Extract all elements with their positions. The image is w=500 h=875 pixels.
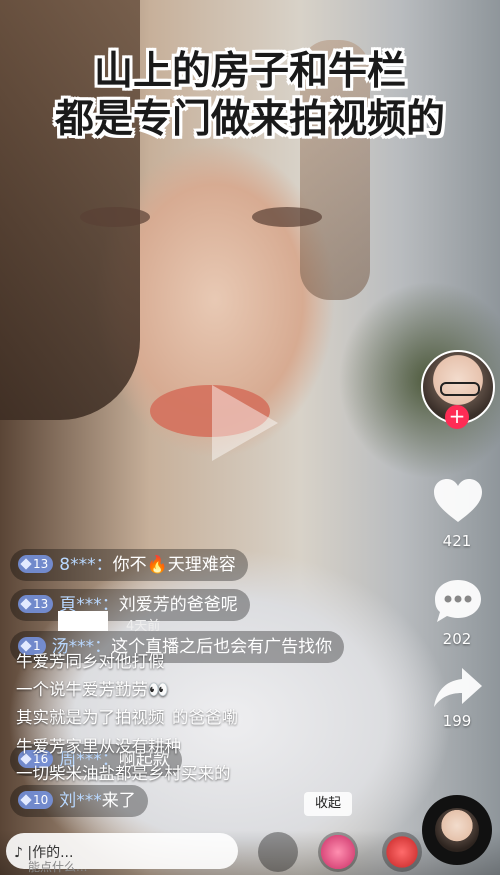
overlap-text: 的爸爸嘞 [172, 708, 238, 727]
comment-text: 来了 [101, 791, 136, 811]
heart-icon[interactable] [432, 478, 484, 524]
heart-icon[interactable] [318, 832, 358, 872]
comment-user: 8***： [59, 555, 113, 575]
diamond-icon [20, 794, 32, 806]
redacted-box [58, 611, 108, 631]
input-subtext: 能点什么... [28, 860, 88, 874]
comment-count: 202 [442, 630, 472, 648]
caption-line: 一切柴米油盐都是乡村买来的 [16, 764, 231, 783]
diamond-icon [20, 640, 32, 652]
level-badge: 13 [18, 595, 54, 613]
comment-icon[interactable] [432, 578, 484, 624]
bottom-button[interactable] [258, 832, 298, 872]
music-disc-avatar [435, 808, 479, 852]
comment-text: 你不🔥天理难容 [112, 555, 236, 575]
video-frame[interactable]: 山上的房子和牛栏 都是专门做来拍视频的 + 421 202 199 13 8***… [0, 0, 500, 875]
video-eye-right [252, 207, 322, 227]
collapse-button[interactable]: 收起 [304, 792, 352, 816]
caption-line: 牛爱芳家里从没有耕种 [16, 737, 181, 756]
caption-line: 牛爱芳同乡对他打假 [16, 652, 165, 671]
comment-user: 刘*** [59, 791, 102, 811]
share-icon[interactable] [432, 664, 484, 710]
share-count: 199 [442, 712, 472, 730]
time-ago: 4天前 [126, 619, 161, 634]
like-count: 421 [442, 532, 472, 550]
play-icon[interactable] [212, 385, 278, 461]
title-line-2: 都是专门做来拍视频的 [54, 97, 445, 142]
level-badge: 10 [18, 791, 54, 809]
caption-line: 其实就是为了拍视频 [16, 708, 165, 727]
comment-row[interactable]: 13 8***：你不🔥天理难容 [10, 549, 248, 581]
comment-row[interactable]: 10 刘***来了 [10, 785, 148, 817]
diamond-icon [20, 598, 32, 610]
glasses-icon [440, 382, 480, 396]
caption-line: 一个说牛爱芳勤劳👀 [16, 680, 169, 699]
plus-icon[interactable]: + [445, 405, 469, 429]
music-disc-icon[interactable] [422, 795, 492, 865]
diamond-icon [20, 558, 32, 570]
comment-text: 刘爱芳的爸爸呢 [118, 595, 238, 615]
level-badge: 13 [18, 555, 54, 573]
video-eye-left [80, 207, 150, 227]
gift-icon[interactable] [382, 832, 422, 872]
